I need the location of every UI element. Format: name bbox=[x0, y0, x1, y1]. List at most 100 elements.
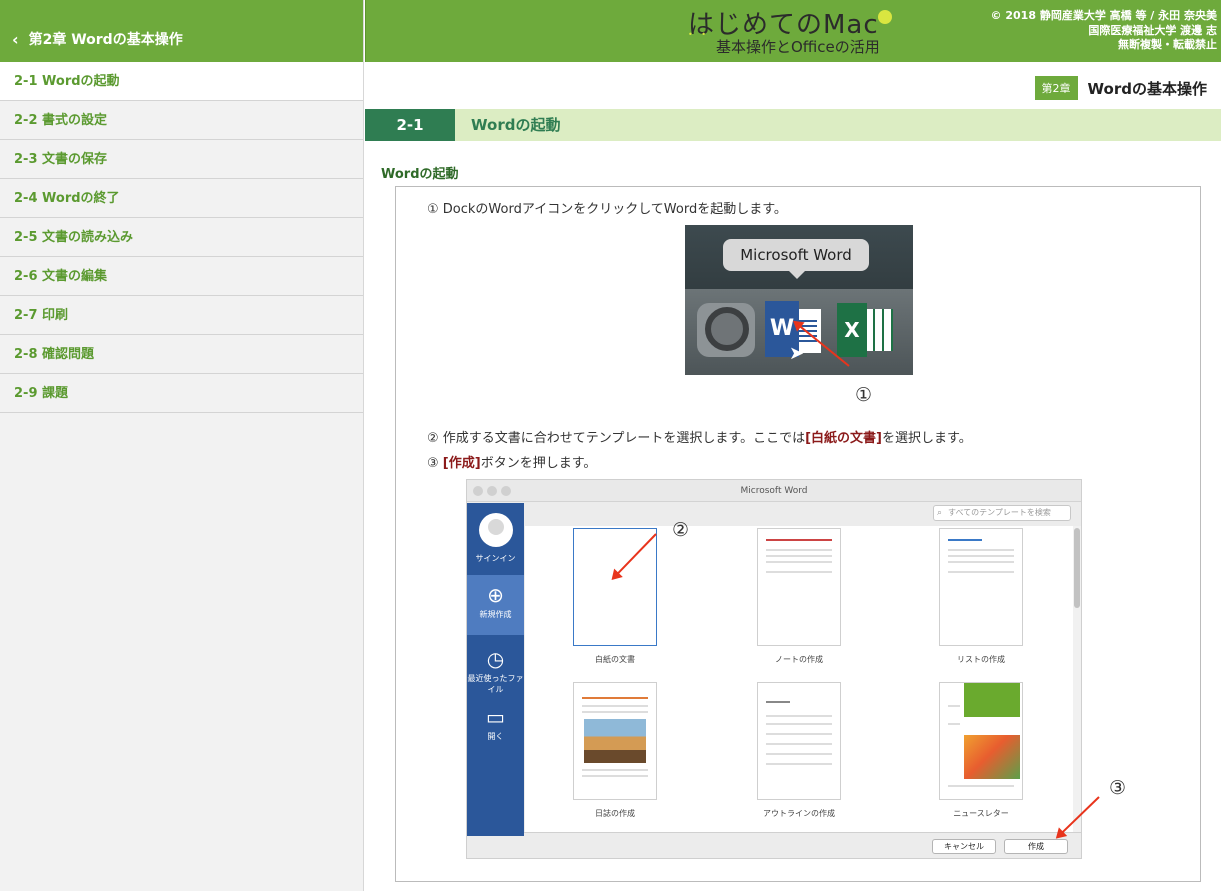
step-1-text: ① DockのWordアイコンをクリックしてWordを起動します。 bbox=[427, 202, 787, 217]
dock-screenshot: Microsoft Word W X ➤ bbox=[685, 225, 913, 375]
main-content: 第2章 Wordの基本操作 2-1 Wordの起動 Wordの起動 ① Dock… bbox=[365, 62, 1221, 891]
template-line bbox=[766, 555, 832, 557]
cancel-button[interactable]: キャンセル bbox=[932, 839, 996, 854]
window-titlebar: Microsoft Word bbox=[467, 480, 1081, 502]
newsletter-header-block bbox=[964, 683, 1020, 717]
template-line bbox=[766, 561, 832, 563]
sidebar-item-2-6[interactable]: 2-6 文書の編集 bbox=[0, 257, 363, 296]
side-new-label: 新規作成 bbox=[479, 610, 512, 619]
template-line bbox=[766, 733, 832, 735]
beach-photo bbox=[584, 719, 646, 763]
window-title: Microsoft Word bbox=[740, 486, 808, 496]
side-recent[interactable]: ◷ 最近使ったファイル bbox=[467, 639, 524, 694]
sidebar-header-label: 第2章 Wordの基本操作 bbox=[28, 32, 183, 48]
step-3-highlight: [作成] bbox=[442, 456, 481, 471]
step-2-pre: ② 作成する文書に合わせてテンプレートを選択します。ここでは bbox=[427, 431, 806, 446]
step-2-highlight: [白紙の文書] bbox=[805, 431, 882, 446]
sidebar-item-2-5[interactable]: 2-5 文書の読み込み bbox=[0, 218, 363, 257]
folder-icon: ▭ bbox=[486, 705, 505, 729]
excel-letter-icon: X bbox=[837, 303, 867, 357]
template-line bbox=[948, 561, 1014, 563]
section-bar: 2-1 Wordの起動 bbox=[365, 109, 1221, 141]
marker-1: ① bbox=[855, 384, 873, 406]
chapter-heading: 第2章 Wordの基本操作 bbox=[1034, 76, 1207, 100]
new-document-icon: ⊕ bbox=[487, 583, 504, 607]
window-sidebar: サインイン ⊕ 新規作成 ◷ 最近使ったファイル ▭ 開く bbox=[467, 503, 524, 836]
sidebar-item-2-2[interactable]: 2-2 書式の設定 bbox=[0, 101, 363, 140]
logo-subtitle: 基本操作とOfficeの活用 bbox=[716, 38, 880, 56]
system-preferences-icon bbox=[697, 303, 755, 357]
template-line bbox=[948, 555, 1014, 557]
sidebar-item-2-1[interactable]: 2-1 Wordの起動 bbox=[0, 62, 363, 101]
sidebar-item-2-9[interactable]: 2-9 課題 bbox=[0, 374, 363, 413]
marker-3: ③ bbox=[1109, 777, 1127, 799]
sidebar-nav: 2-1 Wordの起動 2-2 書式の設定 2-3 文書の保存 2-4 Word… bbox=[0, 62, 363, 413]
template-line bbox=[582, 705, 648, 707]
scrollbar-thumb[interactable] bbox=[1074, 528, 1080, 608]
copyright-line-3: 無断複製・転載禁止 bbox=[1118, 38, 1217, 51]
top-header: はじめてのMac • • 基本操作とOfficeの活用 © 2018 静岡産業大… bbox=[365, 0, 1221, 62]
logo-decoration-icon: • • bbox=[688, 30, 709, 39]
sidebar-item-2-7[interactable]: 2-7 印刷 bbox=[0, 296, 363, 335]
template-line bbox=[766, 753, 832, 755]
template-caption: 日誌の作成 bbox=[595, 809, 635, 818]
template-line bbox=[948, 571, 1014, 573]
template-caption: リストの作成 bbox=[957, 655, 1005, 664]
template-line bbox=[766, 743, 832, 745]
side-new[interactable]: ⊕ 新規作成 bbox=[467, 575, 524, 635]
side-open-label: 開く bbox=[487, 732, 504, 741]
site-logo: はじめてのMac • • 基本操作とOfficeの活用 bbox=[688, 4, 908, 58]
template-journal[interactable] bbox=[573, 682, 657, 800]
template-newsletter[interactable] bbox=[939, 682, 1023, 800]
close-dot-icon[interactable] bbox=[473, 486, 483, 496]
step-2-post: を選択します。 bbox=[882, 431, 972, 446]
template-notes[interactable] bbox=[757, 528, 841, 646]
template-line bbox=[766, 539, 832, 541]
sidebar: ‹ 第2章 Wordの基本操作 2-1 Wordの起動 2-2 書式の設定 2-… bbox=[0, 0, 364, 891]
template-line bbox=[948, 723, 960, 725]
logo-dot-icon bbox=[878, 10, 892, 24]
copyright-line-2: 国際医療福祉大学 渡邊 志 bbox=[1088, 23, 1217, 37]
dock-tooltip: Microsoft Word bbox=[723, 239, 869, 279]
side-signin[interactable]: サインイン bbox=[467, 503, 524, 573]
template-list[interactable] bbox=[939, 528, 1023, 646]
gallery-scrollbar[interactable] bbox=[1073, 526, 1081, 832]
template-search-input[interactable]: すべてのテンプレートを検索 bbox=[933, 505, 1071, 521]
section-number: 2-1 bbox=[365, 109, 455, 141]
template-gallery: 白紙の文書 ノートの作成 リストの作成 日誌の作成 アウトラインの作成 ニュース… bbox=[525, 526, 1073, 832]
template-line bbox=[948, 539, 982, 541]
section-title: Wordの起動 bbox=[471, 116, 561, 134]
template-line bbox=[582, 697, 648, 699]
zoom-dot-icon[interactable] bbox=[501, 486, 511, 496]
template-caption: 白紙の文書 bbox=[595, 655, 635, 664]
chapter-title: Wordの基本操作 bbox=[1087, 79, 1207, 98]
newsletter-photo bbox=[964, 735, 1020, 779]
template-line bbox=[948, 549, 1014, 551]
minimize-dot-icon[interactable] bbox=[487, 486, 497, 496]
step-2-text: ② 作成する文書に合わせてテンプレートを選択します。ここでは[白紙の文書]を選択… bbox=[427, 427, 972, 446]
sidebar-item-2-8[interactable]: 2-8 確認問題 bbox=[0, 335, 363, 374]
sidebar-item-2-4[interactable]: 2-4 Wordの終了 bbox=[0, 179, 363, 218]
marker-2: ② bbox=[672, 519, 690, 541]
sidebar-back-link[interactable]: ‹ 第2章 Wordの基本操作 bbox=[0, 0, 363, 62]
clock-icon: ◷ bbox=[486, 647, 505, 671]
template-line bbox=[766, 701, 790, 703]
copyright-line-1: © 2018 静岡産業大学 高橋 等 / 永田 奈央美 bbox=[990, 9, 1217, 22]
sidebar-item-2-3[interactable]: 2-3 文書の保存 bbox=[0, 140, 363, 179]
user-icon bbox=[478, 513, 513, 547]
chapter-badge: 第2章 bbox=[1034, 76, 1078, 100]
mouse-cursor-icon: ➤ bbox=[789, 343, 805, 364]
template-line bbox=[948, 785, 1014, 787]
side-open[interactable]: ▭ 開く bbox=[467, 697, 524, 747]
template-line bbox=[766, 763, 832, 765]
template-caption: アウトラインの作成 bbox=[763, 809, 835, 818]
template-outline[interactable] bbox=[757, 682, 841, 800]
template-caption: ニュースレター bbox=[953, 809, 1009, 818]
excel-dock-icon[interactable]: X bbox=[837, 303, 899, 357]
template-line bbox=[582, 769, 648, 771]
gear-icon bbox=[705, 307, 749, 351]
side-recent-label: 最近使ったファイル bbox=[467, 674, 524, 694]
step-3-post: ボタンを押します。 bbox=[480, 456, 597, 471]
template-line bbox=[766, 571, 832, 573]
template-line bbox=[582, 775, 648, 777]
